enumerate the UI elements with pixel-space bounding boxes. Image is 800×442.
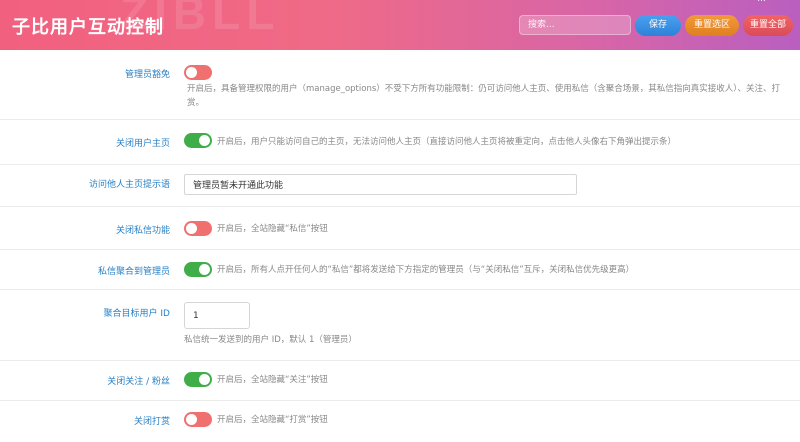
setting-label: 聚合目标用户 ID bbox=[103, 309, 170, 319]
toggle-knob bbox=[199, 135, 210, 146]
setting-row-disable-pm: 关闭私信功能 开启后，全站隐藏“私信”按钮 bbox=[0, 207, 800, 250]
setting-description: 开启后，所有人点开任何人的“私信”都将发送给下方指定的管理员（与“关闭私信”互斥… bbox=[217, 265, 635, 275]
target-user-id-input[interactable] bbox=[184, 302, 250, 329]
window-control-hint: … bbox=[757, 0, 766, 3]
reset-selection-button[interactable]: 重置选区 bbox=[685, 15, 739, 36]
settings-panel: 管理员豁免 开启后，具备管理权限的用户（manage_options）不受下方所… bbox=[0, 50, 800, 442]
setting-label: 关闭用户主页 bbox=[115, 139, 170, 149]
toggle-knob bbox=[186, 414, 197, 425]
toggle-knob bbox=[186, 67, 197, 78]
setting-description: 开启后，用户只能访问自己的主页，无法访问他人主页（直接访问他人主页将被重定向，点… bbox=[217, 137, 677, 147]
setting-row-disable-reward: 关闭打赏 开启后，全站隐藏“打赏”按钮 bbox=[0, 401, 800, 442]
toggle-knob bbox=[199, 264, 210, 275]
disable-reward-toggle[interactable] bbox=[184, 412, 212, 427]
disable-homepage-toggle[interactable] bbox=[184, 133, 212, 148]
setting-row-pm-aggregate: 私信聚合到管理员 开启后，所有人点开任何人的“私信”都将发送给下方指定的管理员（… bbox=[0, 250, 800, 290]
pm-aggregate-toggle[interactable] bbox=[184, 262, 212, 277]
setting-label: 访问他人主页提示语 bbox=[88, 180, 170, 190]
setting-description: 私信统一发送到的用户 ID，默认 1（管理员） bbox=[184, 335, 357, 345]
setting-row-target-user-id: 聚合目标用户 ID 私信统一发送到的用户 ID，默认 1（管理员） bbox=[0, 290, 800, 361]
setting-label: 管理员豁免 bbox=[124, 70, 170, 80]
page-title: 子比用户互动控制 bbox=[12, 17, 164, 38]
setting-row-disable-homepage: 关闭用户主页 开启后，用户只能访问自己的主页，无法访问他人主页（直接访问他人主页… bbox=[0, 120, 800, 165]
header-bar: ZIBLL 子比用户互动控制 … 保存 重置选区 重置全部 bbox=[0, 0, 800, 50]
setting-row-admin-exempt: 管理员豁免 开启后，具备管理权限的用户（manage_options）不受下方所… bbox=[0, 50, 800, 120]
setting-description: 开启后，全站隐藏“打赏”按钮 bbox=[217, 415, 328, 425]
setting-label: 私信聚合到管理员 bbox=[97, 267, 170, 277]
setting-label: 关闭关注 / 粉丝 bbox=[107, 377, 170, 387]
setting-row-disable-follow: 关闭关注 / 粉丝 开启后，全站隐藏“关注”按钮 bbox=[0, 361, 800, 401]
homepage-tip-input[interactable] bbox=[184, 174, 577, 195]
setting-description: 开启后，具备管理权限的用户（manage_options）不受下方所有功能限制：… bbox=[187, 84, 781, 108]
disable-pm-toggle[interactable] bbox=[184, 221, 212, 236]
setting-label: 关闭打赏 bbox=[133, 417, 170, 427]
toggle-knob bbox=[199, 374, 210, 385]
setting-label: 关闭私信功能 bbox=[115, 226, 170, 236]
admin-exempt-toggle[interactable] bbox=[184, 65, 212, 80]
reset-all-button[interactable]: 重置全部 bbox=[743, 15, 793, 36]
setting-description: 开启后，全站隐藏“关注”按钮 bbox=[217, 375, 328, 385]
setting-row-homepage-tip: 访问他人主页提示语 bbox=[0, 165, 800, 207]
setting-description: 开启后，全站隐藏“私信”按钮 bbox=[217, 224, 328, 234]
disable-follow-toggle[interactable] bbox=[184, 372, 212, 387]
save-button[interactable]: 保存 bbox=[635, 15, 681, 36]
search-input[interactable] bbox=[519, 15, 631, 35]
toggle-knob bbox=[186, 223, 197, 234]
